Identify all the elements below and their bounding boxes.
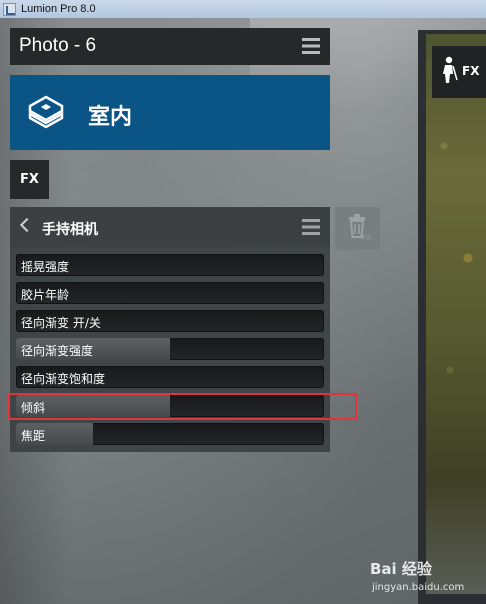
highlight-box (8, 393, 357, 420)
cube-icon (28, 95, 64, 129)
slider-label: 胶片年龄 (21, 288, 70, 302)
scene-label: 室内 (88, 105, 133, 130)
chevron-left-icon[interactable] (19, 217, 35, 233)
effect-header: 手持相机 (10, 207, 330, 247)
photo-preview (418, 30, 486, 604)
delete-effect-button[interactable]: FX (335, 207, 380, 250)
effect-menu-icon[interactable] (302, 219, 320, 235)
effect-name: 手持相机 (42, 222, 98, 238)
window-title: Lumion Pro 8.0 (21, 3, 96, 15)
effect-slider[interactable]: 径向渐变强度 (16, 338, 324, 360)
preview-image (426, 34, 486, 594)
fx-button[interactable]: FX (10, 160, 49, 199)
effect-slider[interactable]: 径向渐变 开/关 (16, 310, 324, 332)
slider-label: 摇晃强度 (21, 260, 70, 274)
slider-label: 径向渐变强度 (21, 344, 94, 358)
effect-slider[interactable]: 摇晃强度 (16, 254, 324, 276)
slider-label: 径向渐变饱和度 (21, 372, 106, 386)
photo-header: Photo - 6 (10, 28, 330, 65)
fx-tool-label: FX (462, 64, 480, 78)
svg-text:FX: FX (362, 235, 371, 242)
person-shovel-icon (443, 56, 458, 83)
effect-slider[interactable]: 胶片年龄 (16, 282, 324, 304)
trash-icon: FX (349, 214, 371, 242)
hamburger-menu-icon[interactable] (302, 38, 320, 54)
fx-tool-button[interactable]: FX (432, 46, 486, 98)
watermark-main: Bai 经验 (370, 560, 432, 578)
effect-slider[interactable]: 焦距 (16, 423, 324, 445)
window-titlebar: Lumion Pro 8.0 (0, 0, 486, 18)
lumion-app-icon (3, 2, 16, 16)
watermark-sub: jingyan.baidu.com (372, 582, 465, 593)
scene-card[interactable]: 室内 (10, 75, 330, 150)
watermark: Bai 经验 jingyan.baidu.com (370, 556, 484, 600)
slider-label: 径向渐变 开/关 (21, 316, 101, 330)
photo-name: Photo - 6 (19, 35, 97, 56)
effect-slider[interactable]: 径向渐变饱和度 (16, 366, 324, 388)
slider-label: 焦距 (21, 429, 46, 443)
